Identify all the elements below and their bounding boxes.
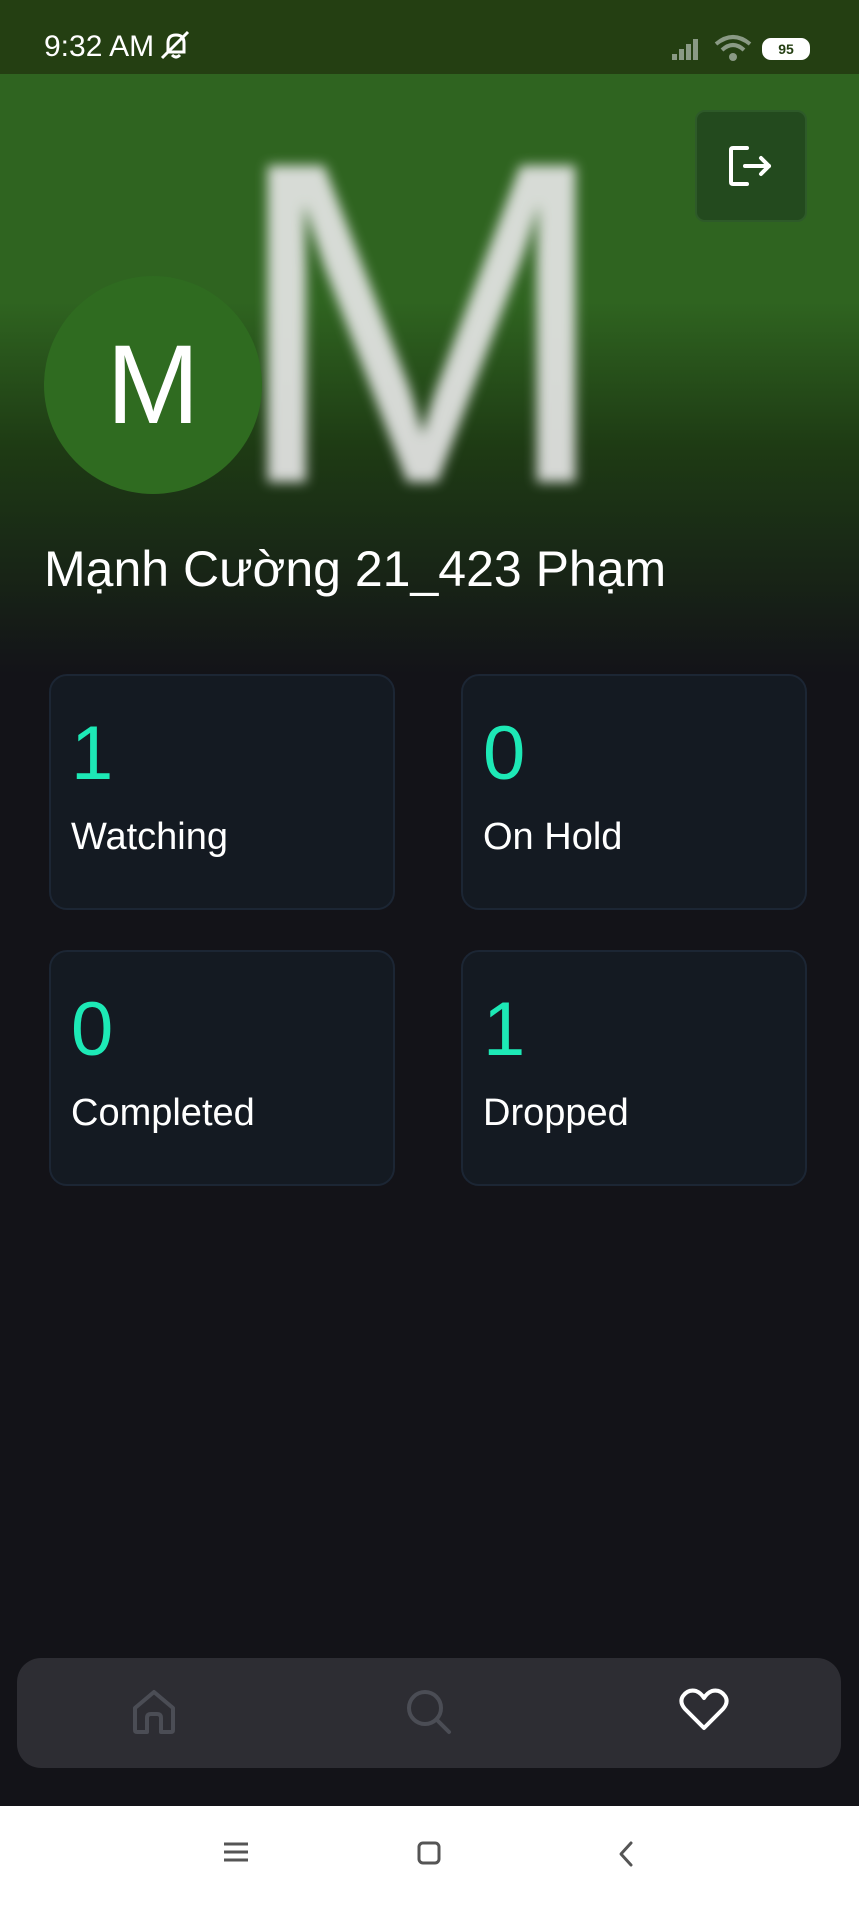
status-time: 9:32 AM [44, 30, 155, 63]
stat-card-watching[interactable]: 1 Watching [49, 674, 395, 910]
stat-label: Dropped [483, 1092, 629, 1134]
home-icon [133, 1690, 175, 1734]
home-square-icon[interactable] [416, 1840, 442, 1871]
bottom-navigation [17, 1658, 841, 1768]
back-icon[interactable] [616, 1840, 636, 1873]
stat-count: 1 [71, 711, 114, 796]
stat-count: 0 [71, 987, 114, 1072]
signal-icon [670, 36, 704, 65]
menu-icon[interactable] [222, 1840, 250, 1869]
stat-label: Completed [71, 1092, 255, 1134]
battery-icon: 95 [762, 38, 810, 60]
search-icon [407, 1690, 451, 1734]
nav-search[interactable] [394, 1678, 464, 1748]
stat-card-completed[interactable]: 0 Completed [49, 950, 395, 1186]
system-navigation-bar [0, 1806, 859, 1908]
status-bar: 9:32 AM 95 [0, 0, 859, 74]
stat-card-on-hold[interactable]: 0 On Hold [461, 674, 807, 910]
header-background-letter: M [230, 74, 614, 580]
logout-icon [729, 146, 771, 186]
nav-favorites[interactable] [669, 1678, 739, 1748]
stat-count: 0 [483, 711, 526, 796]
nav-home[interactable] [119, 1678, 189, 1748]
stat-count: 1 [483, 987, 526, 1072]
bell-muted-icon [158, 30, 194, 65]
stat-label: Watching [71, 816, 228, 858]
stat-card-dropped[interactable]: 1 Dropped [461, 950, 807, 1186]
stat-label: On Hold [483, 816, 623, 858]
avatar: M [44, 276, 262, 494]
logout-button[interactable] [695, 110, 807, 222]
profile-name: Mạnh Cường 21_423 Phạm [44, 541, 667, 597]
wifi-icon [714, 34, 752, 67]
heart-icon [679, 1688, 729, 1730]
